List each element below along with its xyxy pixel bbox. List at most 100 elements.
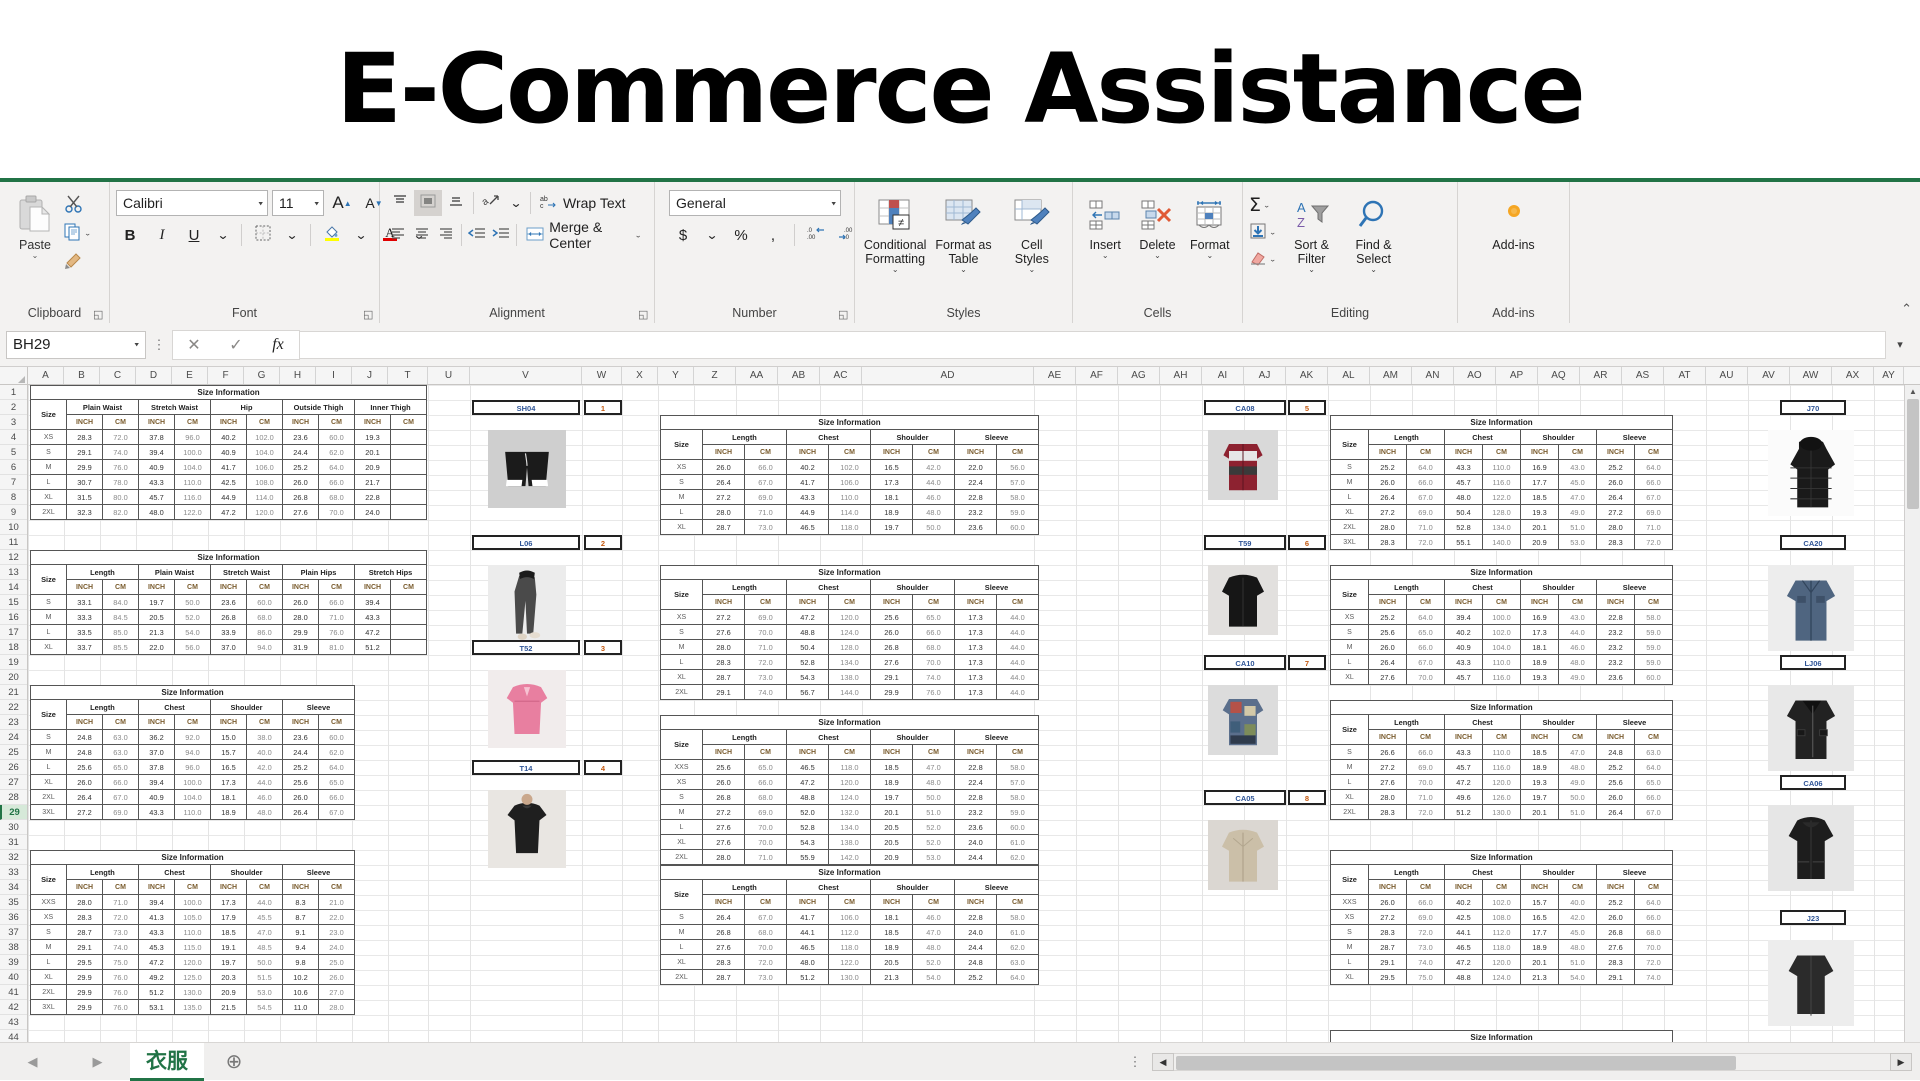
- table-cell[interactable]: 120.0: [1483, 775, 1521, 790]
- table-cell[interactable]: 45.7: [139, 490, 175, 505]
- cell-styles-caret[interactable]: ⌄: [1028, 266, 1035, 274]
- column-header-AA[interactable]: AA: [736, 367, 778, 384]
- table-cell[interactable]: 29.9: [67, 1000, 103, 1015]
- column-header-T[interactable]: T: [388, 367, 428, 384]
- table-row[interactable]: L25.665.037.896.016.542.025.264.0: [31, 760, 355, 775]
- hscroll-track[interactable]: [1174, 1053, 1890, 1071]
- table-cell[interactable]: 45.7: [1445, 760, 1483, 775]
- table-cell[interactable]: 40.0: [247, 745, 283, 760]
- column-header-AO[interactable]: AO: [1454, 367, 1496, 384]
- table-cell[interactable]: 54.3: [787, 670, 829, 685]
- table-cell[interactable]: 118.0: [829, 760, 871, 775]
- row-header-35[interactable]: 35: [0, 895, 27, 910]
- product-index-cell[interactable]: 1: [584, 400, 622, 415]
- row-header-31[interactable]: 31: [0, 835, 27, 850]
- table-cell[interactable]: 37.8: [139, 760, 175, 775]
- table-cell[interactable]: L: [31, 625, 67, 640]
- table-row[interactable]: XS27.269.047.2120.025.665.017.344.0: [661, 610, 1039, 625]
- table-row[interactable]: S28.773.043.3110.018.547.09.123.0: [31, 925, 355, 940]
- table-cell[interactable]: 28.0: [1597, 520, 1635, 535]
- table-cell[interactable]: 48.0: [913, 505, 955, 520]
- table-cell[interactable]: 28.3: [1369, 805, 1407, 820]
- table-cell[interactable]: 60.0: [247, 595, 283, 610]
- product-code-cell[interactable]: T14: [472, 760, 580, 775]
- table-cell[interactable]: M: [1331, 475, 1369, 490]
- table-cell[interactable]: L: [661, 940, 703, 955]
- table-cell[interactable]: L: [31, 955, 67, 970]
- table-cell[interactable]: 21.3: [871, 970, 913, 985]
- table-cell[interactable]: XL: [1331, 670, 1369, 685]
- table-cell[interactable]: 70.0: [745, 820, 787, 835]
- table-cell[interactable]: 8.7: [283, 910, 319, 925]
- table-cell[interactable]: 28.3: [67, 430, 103, 445]
- table-cell[interactable]: 60.0: [319, 430, 355, 445]
- table-cell[interactable]: 68.0: [319, 490, 355, 505]
- table-cell[interactable]: 75.0: [1407, 970, 1445, 985]
- table-cell[interactable]: 44.0: [997, 655, 1039, 670]
- table-cell[interactable]: 126.0: [1483, 790, 1521, 805]
- table-cell[interactable]: M: [1331, 940, 1369, 955]
- table-cell[interactable]: 44.0: [247, 775, 283, 790]
- column-header-AL[interactable]: AL: [1328, 367, 1370, 384]
- table-cell[interactable]: 58.0: [997, 790, 1039, 805]
- table-row[interactable]: M28.773.046.5118.018.948.027.670.0: [1331, 940, 1673, 955]
- product-image-black-shorts[interactable]: [488, 430, 566, 508]
- format-as-caret[interactable]: ⌄: [960, 266, 967, 274]
- table-cell[interactable]: 26.0: [283, 475, 319, 490]
- table-cell[interactable]: 102.0: [829, 460, 871, 475]
- table-row[interactable]: S24.863.036.292.015.038.023.660.0: [31, 730, 355, 745]
- table-cell[interactable]: 73.0: [745, 520, 787, 535]
- row-header-11[interactable]: 11: [0, 535, 27, 550]
- table-cell[interactable]: 72.0: [103, 430, 139, 445]
- table-cell[interactable]: 39.4: [1445, 610, 1483, 625]
- table-row[interactable]: M27.269.043.3110.018.146.022.858.0: [661, 490, 1039, 505]
- table-cell[interactable]: 22.8: [955, 910, 997, 925]
- align-bottom-button[interactable]: [442, 190, 470, 216]
- table-cell[interactable]: 58.0: [997, 490, 1039, 505]
- table-cell[interactable]: 26.0: [1369, 475, 1407, 490]
- table-cell[interactable]: 120.0: [829, 610, 871, 625]
- table-cell[interactable]: 48.0: [787, 955, 829, 970]
- table-cell[interactable]: 69.0: [1407, 505, 1445, 520]
- table-cell[interactable]: 37.8: [139, 430, 175, 445]
- table-cell[interactable]: 27.2: [1369, 910, 1407, 925]
- table-cell[interactable]: XXS: [1331, 895, 1369, 910]
- table-cell[interactable]: 18.9: [211, 805, 247, 820]
- table-row[interactable]: XS26.066.040.2102.016.542.022.056.0: [661, 460, 1039, 475]
- table-cell[interactable]: 40.0: [1559, 895, 1597, 910]
- table-cell[interactable]: 58.0: [997, 910, 1039, 925]
- table-cell[interactable]: 10.2: [283, 970, 319, 985]
- table-cell[interactable]: 116.0: [1483, 670, 1521, 685]
- table-cell[interactable]: 25.6: [283, 775, 319, 790]
- table-cell[interactable]: L: [661, 820, 703, 835]
- table-cell[interactable]: 50.0: [175, 595, 211, 610]
- table-row[interactable]: XS26.066.047.2120.018.948.022.457.0: [661, 775, 1039, 790]
- collapse-ribbon-button[interactable]: ⌃: [1901, 301, 1912, 317]
- table-cell[interactable]: 23.2: [1597, 625, 1635, 640]
- table-cell[interactable]: 20.5: [871, 820, 913, 835]
- table-cell[interactable]: 23.2: [955, 505, 997, 520]
- table-cell[interactable]: 46.0: [1559, 640, 1597, 655]
- column-header-AP[interactable]: AP: [1496, 367, 1538, 384]
- product-image-dark-jacket[interactable]: [1768, 940, 1854, 1026]
- table-cell[interactable]: 23.0: [319, 925, 355, 940]
- horizontal-scrollbar[interactable]: ◀ ▶: [1152, 1053, 1912, 1071]
- table-cell[interactable]: L: [31, 475, 67, 490]
- table-cell[interactable]: 31.9: [283, 640, 319, 655]
- table-cell[interactable]: 18.9: [871, 775, 913, 790]
- table-cell[interactable]: 28.0: [283, 610, 319, 625]
- table-row[interactable]: L27.670.047.2120.019.349.025.665.0: [1331, 775, 1673, 790]
- row-header-17[interactable]: 17: [0, 625, 27, 640]
- table-cell[interactable]: S: [31, 595, 67, 610]
- column-header-D[interactable]: D: [136, 367, 172, 384]
- table-cell[interactable]: 22.8: [955, 490, 997, 505]
- row-header-21[interactable]: 21: [0, 685, 27, 700]
- table-cell[interactable]: 45.5: [247, 910, 283, 925]
- table-cell[interactable]: 18.5: [871, 760, 913, 775]
- table-cell[interactable]: XL: [31, 490, 67, 505]
- table-cell[interactable]: 22.0: [139, 640, 175, 655]
- table-cell[interactable]: 76.0: [103, 460, 139, 475]
- table-cell[interactable]: 26.8: [211, 610, 247, 625]
- table-cell[interactable]: 26.8: [703, 925, 745, 940]
- table-row[interactable]: XS28.372.041.3105.017.945.58.722.0: [31, 910, 355, 925]
